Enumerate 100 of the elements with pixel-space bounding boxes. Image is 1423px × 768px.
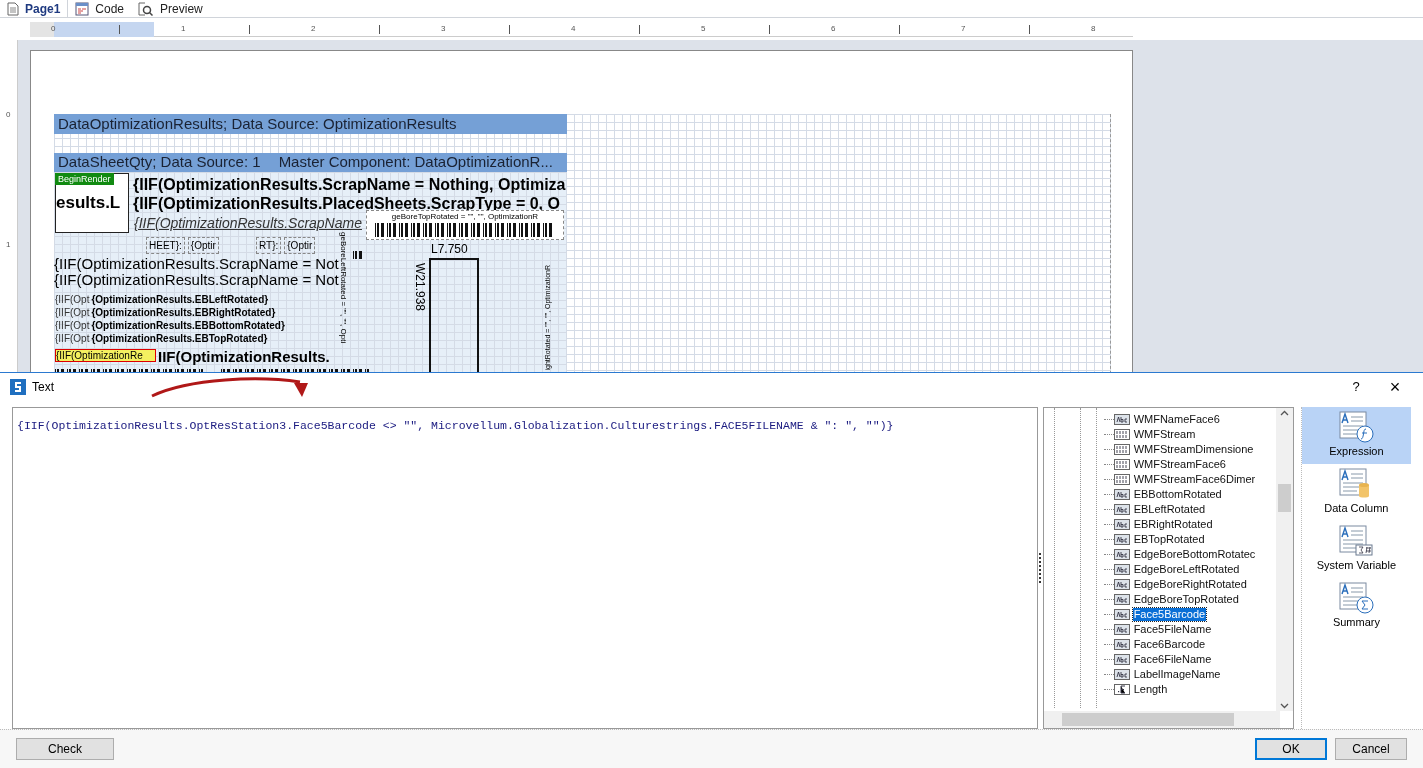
tree-item[interactable]: Face5FileName [1132, 623, 1213, 636]
field-text: {OptimizationResults.EBTopRotated} [91, 332, 268, 346]
field-text: {OptimizationResults.EBBottomRotated} [91, 319, 285, 333]
tree-item[interactable]: EBLeftRotated [1132, 503, 1207, 516]
vertical-text: geBoreLeftRotated = "", "", Opti [338, 232, 348, 344]
summary-icon [1338, 582, 1375, 615]
ruler-number: 3 [441, 23, 446, 35]
ruler-number: 5 [701, 23, 706, 35]
binary-field-icon [1113, 429, 1130, 440]
expression-icon [1338, 411, 1375, 444]
ruler-number: 1 [181, 23, 186, 35]
text-field-icon [1113, 489, 1130, 500]
help-button[interactable]: ? [1341, 377, 1371, 397]
text-field-icon [1113, 669, 1130, 680]
ruler-number: 6 [831, 23, 836, 35]
field-tree[interactable] [1042, 407, 1294, 729]
field-label: HEET}: [146, 237, 185, 254]
tree-item[interactable]: Face6FileName [1132, 653, 1213, 666]
text-field-icon [1113, 519, 1130, 530]
text-field-icon [1113, 549, 1130, 560]
check-button[interactable]: Check [16, 738, 114, 760]
expression-editor[interactable]: {IIF(OptimizationResults.OptResStation3.Face5Barcode <> "", Microvellum.Globalization.Culturestrings.FACE5FILENAME & ": ", "")} [12, 407, 1038, 729]
expression-text: {IIF(OptimizationResults.ScrapName = Nothing, Optimiza [133, 175, 566, 195]
ruler-number: 0 [51, 23, 56, 35]
page-tab[interactable]: Preview [131, 0, 210, 17]
scroll-thumb[interactable] [1061, 713, 1234, 726]
field-text: {OptimizationResults.EBLeftRotated} [91, 293, 269, 307]
text-field-icon [1113, 579, 1130, 590]
tree-item[interactable]: EBBottomRotated [1132, 488, 1223, 501]
expression-text: {IIF(OptimizationResults.PlacedSheets.ScrapType = 0, O [133, 194, 560, 214]
tree-item[interactable]: Face5Barcode [1132, 608, 1207, 621]
barcode-icon [353, 251, 365, 259]
tree-item[interactable]: EBTopRotated [1132, 533, 1206, 546]
width-label: W21.938 [412, 263, 428, 312]
text-field-icon [1113, 414, 1130, 425]
expression-text: {IIF(Opt [55, 332, 90, 346]
ruler-number: 0 [6, 109, 11, 121]
field-value: {Optir [284, 237, 316, 254]
image-text: esults.L [56, 192, 121, 215]
tree-item[interactable]: LabelImageName [1132, 668, 1222, 681]
band-title: DataOptimizationResults; Data Source: OptimizationResults [58, 113, 457, 134]
app-logo-icon [10, 379, 26, 395]
field-text: {OptimizationResults.EBRightRotated} [91, 306, 276, 320]
binary-field-icon [1113, 459, 1130, 470]
number-field-icon [1113, 684, 1130, 695]
mode-button[interactable]: Expression [1301, 407, 1411, 464]
ok-button[interactable]: OK [1255, 738, 1327, 760]
ruler-number: 7 [961, 23, 966, 35]
ruler-margin [30, 22, 54, 37]
tree-item[interactable]: EdgeBoreLeftRotated [1132, 563, 1241, 576]
expression-text: {IIF(Opt [55, 319, 90, 333]
tree-item[interactable]: WMFStream [1132, 428, 1197, 441]
text-field-icon [1113, 654, 1130, 665]
tree-item[interactable]: EBRightRotated [1132, 518, 1214, 531]
tree-item[interactable]: WMFStreamFace6 [1132, 458, 1227, 471]
expression-code: {IIF(OptimizationResults.OptResStation3.Face5Barcode <> "", Microvellum.Globalization.Culturestrings.FACE5FILENAME & ": ", "")} [17, 419, 894, 432]
tree-item[interactable]: EdgeBoreTopRotated [1132, 593, 1240, 606]
close-button[interactable]: × [1377, 373, 1413, 401]
tree-item[interactable]: WMFStreamDimensione [1132, 443, 1255, 456]
text-field-icon [1113, 639, 1130, 650]
text-field-icon [1113, 594, 1130, 605]
tree-item[interactable]: EdgeBoreBottomRotatec [1132, 548, 1257, 561]
expression-text: {IIF(Opt [55, 293, 90, 307]
scroll-thumb[interactable] [1277, 484, 1291, 512]
system-variable-icon [1338, 525, 1375, 558]
barcode-icon [375, 223, 555, 237]
text-field-icon [1113, 624, 1130, 635]
binary-field-icon [1113, 474, 1130, 485]
ruler-number: 2 [311, 23, 316, 35]
master-component: Master Component: DataOptimizationR... [278, 153, 553, 172]
tree-item[interactable]: WMFStreamFace6Dimer [1132, 473, 1257, 486]
magnifier-icon [138, 1, 155, 16]
page-tab[interactable]: Code [68, 0, 132, 17]
tree-item[interactable]: EdgeBoreRightRotated [1132, 578, 1248, 591]
field-value: {Optir [187, 237, 219, 254]
expression-text: {IIF(OptimizationResults.ScrapName = Not [54, 255, 339, 272]
expression-text: {IIF(Opt [55, 306, 90, 320]
binary-field-icon [1113, 444, 1130, 455]
begin-render-badge: BeginRender [55, 173, 114, 185]
vertical-scrollbar[interactable] [1275, 408, 1293, 711]
expression-text: IIF(OptimizationResults. [158, 347, 330, 367]
band-title: DataSheetQty; Data Source: 1 [58, 153, 261, 172]
ruler-number: 8 [1091, 23, 1096, 35]
ruler-number: 1 [6, 239, 11, 251]
ruler-number: 4 [571, 23, 576, 35]
field-label: RT}: [256, 237, 282, 254]
text-field-icon [1113, 609, 1130, 620]
scroll-up-icon[interactable] [1279, 410, 1289, 416]
text-field-icon [1113, 534, 1130, 545]
tree-item[interactable]: WMFNameFace6 [1132, 413, 1221, 426]
selected-field: {IIF(OptimizationRe [55, 349, 156, 362]
scroll-down-icon[interactable] [1279, 703, 1289, 709]
text-field-icon [1113, 504, 1130, 515]
text-field-icon [1113, 564, 1130, 575]
barcode-caption: geBoreTopRotated = "", "", OptimizationR [391, 212, 539, 223]
horizontal-scrollbar[interactable] [1043, 711, 1280, 728]
cancel-button[interactable]: Cancel [1335, 738, 1407, 760]
expression-text: {IIF(OptimizationResults.ScrapName = Not [54, 271, 339, 288]
tree-item[interactable]: Face6Barcode [1132, 638, 1207, 651]
tree-item[interactable]: Length [1132, 683, 1169, 696]
